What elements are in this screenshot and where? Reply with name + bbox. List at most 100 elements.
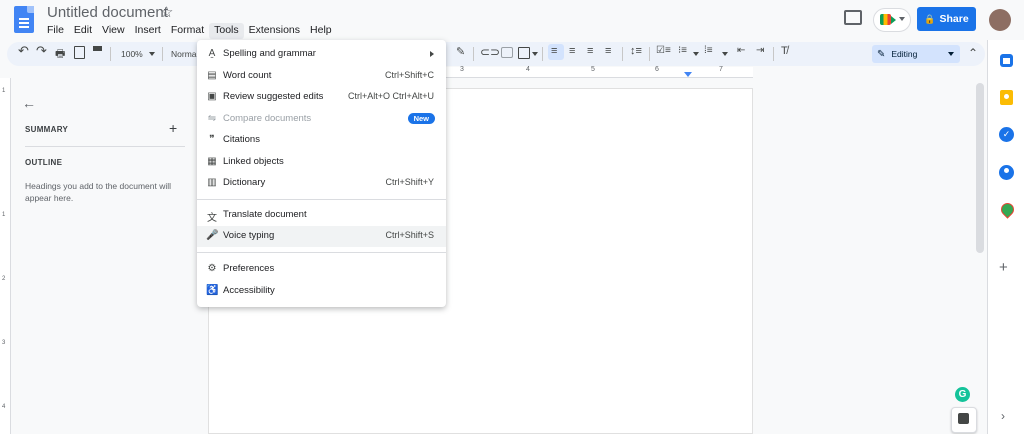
menu-edit[interactable]: Edit bbox=[69, 23, 97, 39]
menu-item-label: Citations bbox=[223, 134, 260, 145]
share-button[interactable]: 🔒 Share bbox=[917, 7, 976, 31]
docs-logo-icon[interactable] bbox=[14, 6, 34, 33]
menu-item-dictionary[interactable]: ▥ Dictionary Ctrl+Shift+Y bbox=[197, 173, 446, 194]
paint-format-icon[interactable] bbox=[93, 46, 102, 51]
menu-item-label: Translate document bbox=[223, 209, 307, 220]
menu-item-label: Linked objects bbox=[223, 156, 284, 167]
menu-tools[interactable]: Tools bbox=[209, 23, 244, 39]
menu-item-label: Review suggested edits bbox=[223, 91, 324, 102]
numbered-list-icon[interactable]: ⁞≡ bbox=[704, 45, 713, 56]
linked-objects-icon: ▦ bbox=[207, 156, 217, 167]
spellcheck-icon[interactable] bbox=[74, 46, 85, 59]
chevron-down-icon bbox=[899, 17, 905, 21]
align-center-icon[interactable]: ≡ bbox=[569, 45, 575, 57]
vertical-ruler[interactable] bbox=[0, 78, 11, 434]
star-icon[interactable]: ☆ bbox=[160, 3, 173, 21]
decrease-indent-icon[interactable]: ⇤ bbox=[737, 45, 745, 56]
clear-formatting-icon[interactable]: T̸ bbox=[781, 45, 788, 57]
align-left-icon[interactable]: ≡ bbox=[551, 45, 557, 57]
menu-item-spelling-grammar[interactable]: A̱ Spelling and grammar bbox=[197, 44, 446, 65]
highlight-icon[interactable]: ✎ bbox=[456, 45, 465, 58]
menu-insert[interactable]: Insert bbox=[130, 23, 166, 39]
menu-item-review-suggested-edits[interactable]: ▣ Review suggested edits Ctrl+Alt+O Ctrl… bbox=[197, 87, 446, 108]
link-icon[interactable]: ⊂⊃ bbox=[480, 45, 500, 59]
menu-item-citations[interactable]: ❞ Citations bbox=[197, 130, 446, 151]
summary-heading: SUMMARY bbox=[25, 125, 69, 134]
undo-icon[interactable]: ↶ bbox=[18, 43, 29, 59]
ruler-number: 6 bbox=[655, 66, 659, 73]
preferences-icon: ⚙ bbox=[207, 263, 217, 274]
keep-icon[interactable] bbox=[1000, 90, 1013, 105]
menu-item-preferences[interactable]: ⚙ Preferences bbox=[197, 259, 446, 280]
style-select[interactable]: Normal bbox=[171, 49, 198, 59]
explore-button[interactable] bbox=[951, 407, 977, 433]
share-label: Share bbox=[939, 13, 969, 25]
menu-item-word-count[interactable]: ▤ Word count Ctrl+Shift+C bbox=[197, 66, 446, 87]
bulleted-list-icon[interactable]: ⁝≡ bbox=[678, 45, 687, 56]
menu-item-label: Accessibility bbox=[223, 285, 275, 296]
menu-extensions[interactable]: Extensions bbox=[244, 23, 305, 39]
menu-divider bbox=[197, 252, 446, 253]
menu-item-label: Word count bbox=[223, 70, 272, 81]
add-summary-icon[interactable]: + bbox=[169, 120, 177, 136]
ruler-number: 1 bbox=[2, 212, 6, 218]
ruler-number: 7 bbox=[719, 66, 723, 73]
menu-item-compare-documents[interactable]: ⇋ Compare documents New bbox=[197, 109, 446, 130]
comment-icon[interactable] bbox=[501, 47, 513, 58]
print-icon[interactable]: 🖶 bbox=[55, 45, 65, 64]
zoom-select[interactable]: 100% bbox=[121, 49, 143, 59]
checklist-icon[interactable]: ☑≡ bbox=[656, 45, 671, 56]
horizontal-ruler[interactable] bbox=[446, 67, 753, 78]
scrollbar[interactable] bbox=[976, 83, 984, 253]
chevron-down-icon[interactable] bbox=[722, 52, 728, 56]
show-side-panel-icon[interactable]: › bbox=[1001, 409, 1005, 423]
ruler-number: 3 bbox=[2, 340, 6, 346]
right-indent-marker[interactable] bbox=[684, 72, 692, 77]
menu-file[interactable]: File bbox=[42, 23, 69, 39]
chevron-down-icon bbox=[948, 52, 954, 56]
editing-mode-select[interactable]: ✎ Editing bbox=[872, 45, 960, 63]
editing-label: Editing bbox=[891, 49, 918, 59]
menu-item-accessibility[interactable]: ♿ Accessibility bbox=[197, 281, 446, 302]
menu-item-voice-typing[interactable]: 🎤 Voice typing Ctrl+Shift+S bbox=[197, 226, 446, 247]
menu-item-linked-objects[interactable]: ▦ Linked objects bbox=[197, 152, 446, 173]
menu-format[interactable]: Format bbox=[166, 23, 209, 39]
quote-icon: ❞ bbox=[209, 134, 215, 145]
comment-history-icon[interactable] bbox=[844, 10, 862, 25]
pencil-icon: ✎ bbox=[877, 48, 886, 60]
calendar-icon[interactable] bbox=[1000, 54, 1013, 67]
ruler-number: 1 bbox=[2, 88, 6, 94]
submenu-arrow-icon bbox=[430, 51, 434, 57]
grammarly-icon[interactable]: G bbox=[955, 387, 970, 402]
meet-button[interactable] bbox=[873, 8, 911, 32]
close-outline-icon[interactable]: ← bbox=[22, 95, 36, 111]
align-justify-icon[interactable]: ≡ bbox=[605, 45, 611, 57]
align-right-icon[interactable]: ≡ bbox=[587, 45, 593, 57]
compare-icon: ⇋ bbox=[207, 113, 217, 124]
menu-item-label: Compare documents bbox=[223, 113, 312, 124]
menu-divider bbox=[197, 199, 446, 200]
image-icon[interactable] bbox=[518, 47, 530, 59]
redo-icon[interactable]: ↷ bbox=[36, 43, 47, 59]
accessibility-icon: ♿ bbox=[206, 285, 219, 296]
outline-hint: Headings you add to the document will ap… bbox=[25, 181, 172, 203]
menu-item-label: Preferences bbox=[223, 263, 275, 274]
get-addons-icon[interactable]: + bbox=[999, 259, 1008, 276]
menu-view[interactable]: View bbox=[97, 23, 130, 39]
outline-heading: OUTLINE bbox=[25, 158, 63, 167]
menu-help[interactable]: Help bbox=[305, 23, 337, 39]
chevron-down-icon[interactable] bbox=[149, 52, 155, 56]
contacts-icon[interactable] bbox=[999, 165, 1014, 180]
menu-item-label: Dictionary bbox=[223, 177, 266, 188]
chevron-down-icon[interactable] bbox=[532, 52, 538, 56]
avatar[interactable] bbox=[989, 9, 1011, 31]
tasks-icon[interactable]: ✓ bbox=[999, 127, 1014, 142]
collapse-menus-icon[interactable]: ⌃ bbox=[968, 46, 978, 60]
line-spacing-icon[interactable]: ↕≡ bbox=[630, 45, 642, 57]
menu-item-translate-document[interactable]: 文 Translate document bbox=[197, 205, 446, 226]
document-title[interactable]: Untitled document bbox=[47, 4, 168, 21]
chevron-down-icon[interactable] bbox=[693, 52, 699, 56]
word-count-icon: ▤ bbox=[207, 70, 217, 81]
divider bbox=[25, 146, 185, 147]
increase-indent-icon[interactable]: ⇥ bbox=[756, 45, 764, 56]
